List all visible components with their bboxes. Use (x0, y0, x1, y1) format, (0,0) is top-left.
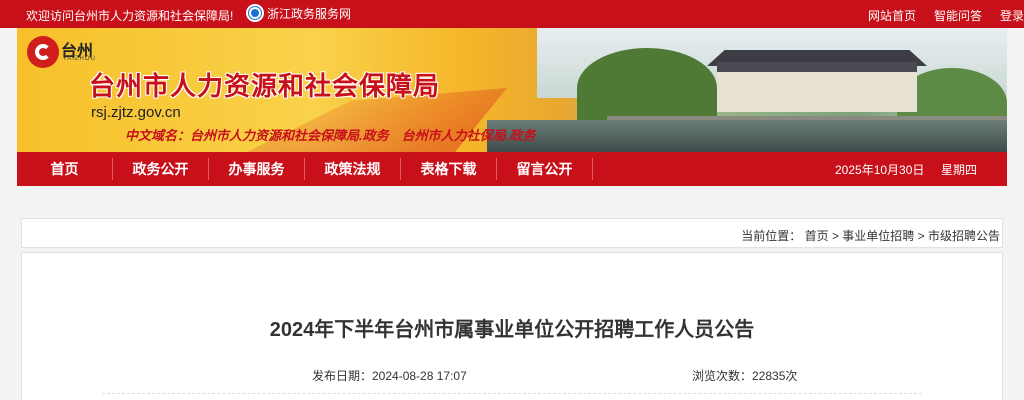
site-domain: rsj.zjtz.gov.cn (91, 104, 181, 121)
divider (102, 393, 922, 394)
article-panel: 2024年下半年台州市属事业单位公开招聘工作人员公告 发布日期：2024-08-… (21, 252, 1003, 400)
breadcrumb-prefix: 当前位置： (741, 229, 802, 243)
zhejiang-gov-service-icon (246, 4, 264, 22)
nav-item-forms[interactable]: 表格下载 (401, 152, 496, 186)
breadcrumb-city-notices[interactable]: 市级招聘公告 (928, 229, 1000, 243)
login-link[interactable]: 登录 (1000, 7, 1024, 24)
current-weekday: 星期四 (941, 163, 978, 177)
top-links: 网站首页 智能问答 登录 (850, 7, 1024, 24)
welcome-text: 欢迎访问台州市人力资源和社会保障局! (26, 9, 234, 23)
zhejiang-gov-service-label: 浙江政务服务网 (267, 6, 352, 21)
nav-item-services[interactable]: 办事服务 (209, 152, 304, 186)
nav-item-policies[interactable]: 政策法规 (305, 152, 400, 186)
chinese-domain: 中文域名：台州市人力资源和社会保障局.政务 台州市人力社保局.政务 (125, 128, 536, 143)
article-title: 2024年下半年台州市属事业单位公开招聘工作人员公告 (269, 319, 755, 341)
nav-item-home[interactable]: 首页 (17, 152, 112, 186)
breadcrumb-separator: > (831, 229, 843, 243)
current-date: 2025年10月30日 (835, 163, 925, 177)
banner-pavilion (717, 62, 917, 112)
logo-subtext: TAIZHOU (63, 56, 96, 62)
nav-item-gov-affairs[interactable]: 政务公开 (113, 152, 208, 186)
home-link[interactable]: 网站首页 (868, 7, 916, 24)
smart-qa-link[interactable]: 智能问答 (934, 7, 982, 24)
view-count: 浏览次数：22835次 (692, 369, 798, 383)
top-bar: 欢迎访问台州市人力资源和社会保障局! 浙江政务服务网 网站首页 智能问答 登录 (0, 0, 1024, 28)
nav-divider (592, 158, 593, 180)
breadcrumb-recruitment[interactable]: 事业单位招聘 (842, 229, 914, 243)
org-title: 台州市人力资源和社会保障局 (89, 71, 441, 101)
taizhou-logo-icon[interactable] (27, 36, 59, 68)
main-nav: 首页 政务公开 办事服务 政策法规 表格下载 留言公开 2025年10月30日 … (17, 152, 1007, 186)
site-banner: 台州 TAIZHOU 台州市人力资源和社会保障局 rsj.zjtz.gov.cn… (17, 28, 1007, 152)
banner-water (487, 120, 1007, 152)
publish-date: 发布日期：2024-08-28 17:07 (312, 369, 467, 383)
breadcrumb: 当前位置： 首页 > 事业单位招聘 > 市级招聘公告 (741, 227, 1000, 244)
breadcrumb-separator: > (917, 229, 928, 243)
breadcrumb-home[interactable]: 首页 (805, 229, 829, 243)
zhejiang-gov-service-link[interactable]: 浙江政务服务网 (246, 4, 351, 22)
breadcrumb-bar: 当前位置： 首页 > 事业单位招聘 > 市级招聘公告 (21, 218, 1003, 248)
nav-item-messages[interactable]: 留言公开 (497, 152, 592, 186)
